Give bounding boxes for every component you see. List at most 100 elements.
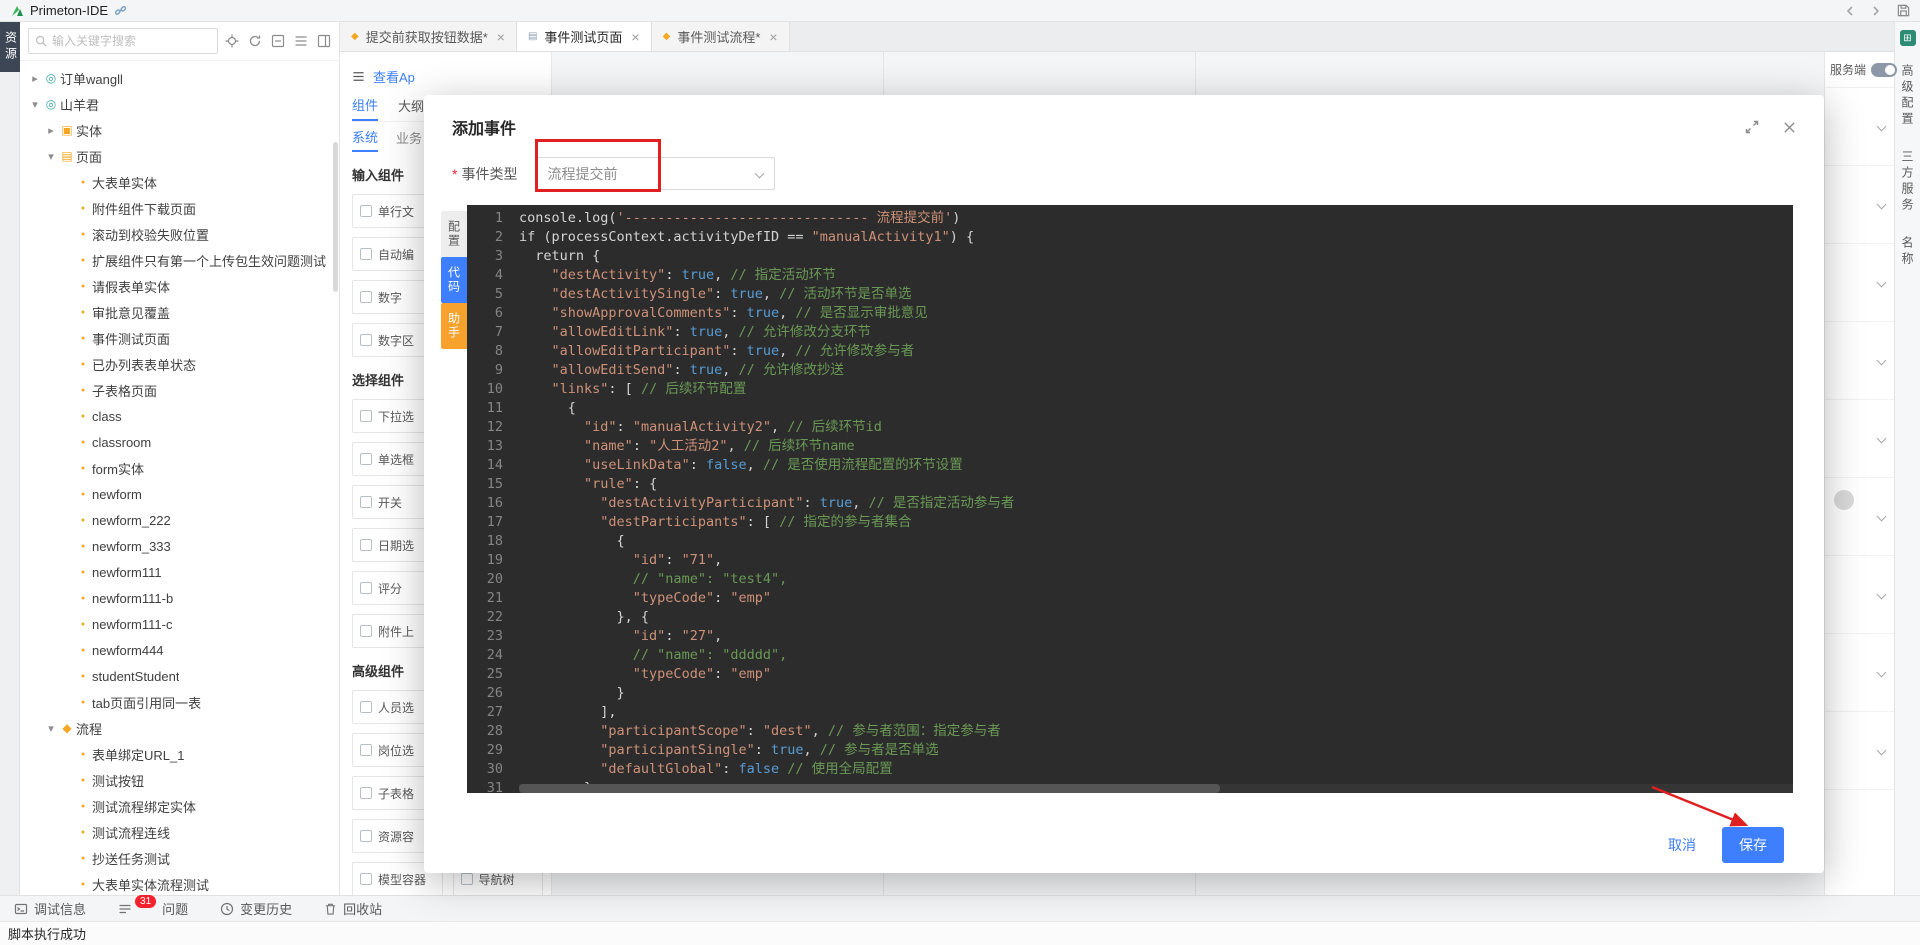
tree-item[interactable]: ●大表单实体	[20, 169, 339, 195]
tree-item[interactable]: ●抄送任务测试	[20, 845, 339, 871]
close-tab-icon[interactable]: ×	[497, 29, 505, 45]
cancel-button[interactable]: 取消	[1668, 835, 1696, 855]
back-icon[interactable]	[1845, 5, 1855, 17]
tree-item[interactable]: ●附件组件下载页面	[20, 195, 339, 221]
link-icon[interactable]	[114, 4, 127, 17]
save-icon[interactable]	[1897, 4, 1910, 17]
tree-item[interactable]: ●newform	[20, 481, 339, 507]
tree-item[interactable]: ●已办列表表单状态	[20, 351, 339, 377]
event-type-select[interactable]: 流程提交前	[535, 157, 775, 190]
code-editor[interactable]: 1234567891011121314151617181920212223242…	[467, 205, 1793, 793]
debug-icon	[14, 902, 28, 916]
tree-item[interactable]: ●newform111-c	[20, 611, 339, 637]
chevron-down-icon	[1877, 200, 1887, 210]
tree-item[interactable]: ▾▤页面	[20, 143, 339, 169]
chevron-down-icon	[1877, 356, 1887, 366]
locate-icon[interactable]	[225, 34, 239, 48]
close-tab-icon[interactable]: ×	[631, 29, 639, 45]
tree-item[interactable]: ●扩展组件只有第一个上传包生效问题测试	[20, 247, 339, 273]
editor-config-tab[interactable]: 配置	[441, 211, 467, 257]
tree-item[interactable]: ●表单绑定URL_1	[20, 741, 339, 767]
collapsed-panel-row[interactable]	[1825, 166, 1894, 244]
tree-item[interactable]: ●审批意见覆盖	[20, 299, 339, 325]
code-line: "rule": {	[519, 475, 1793, 494]
tree-item[interactable]: ●测试流程连线	[20, 819, 339, 845]
event-type-label: 事件类型	[461, 164, 517, 184]
collapsed-panel-row[interactable]	[1825, 478, 1894, 556]
tree-item[interactable]: ●newform444	[20, 637, 339, 663]
collapsed-panel-row[interactable]	[1825, 634, 1894, 712]
save-button[interactable]: 保存	[1722, 827, 1784, 863]
tree-item[interactable]: ●大表单实体流程测试	[20, 871, 339, 895]
tree-item[interactable]: ●事件测试页面	[20, 325, 339, 351]
editor-tab[interactable]: ◆提交前获取按钮数据*×	[340, 22, 517, 51]
tree-item[interactable]: ▸◎订单wangll	[20, 65, 339, 91]
collapsed-panel-row[interactable]	[1825, 244, 1894, 322]
right-strip-tab[interactable]: 高级配置	[1899, 64, 1916, 128]
tree-item-label: 大表单实体流程测试	[92, 875, 209, 894]
sidebar-scrollbar[interactable]	[333, 142, 338, 292]
tree-item-label: 测试按钮	[92, 771, 144, 790]
tree-item[interactable]: ●测试流程绑定实体	[20, 793, 339, 819]
left-activity-strip: 资源	[0, 22, 20, 895]
horizontal-scrollbar[interactable]	[519, 784, 1793, 793]
scrollbar-thumb[interactable]	[519, 784, 1220, 793]
tree-item[interactable]: ▸▣实体	[20, 117, 339, 143]
collapse-icon[interactable]: ▾	[28, 98, 42, 111]
tree-item[interactable]: ●请假表单实体	[20, 273, 339, 299]
export-panel-icon[interactable]	[317, 34, 331, 48]
problems-item[interactable]: 31 问题	[118, 899, 188, 918]
tree-item[interactable]: ●classroom	[20, 429, 339, 455]
collapse-all-icon[interactable]	[271, 34, 285, 48]
recycle-bin-item[interactable]: 回收站	[324, 899, 382, 918]
collapsed-panel-row[interactable]	[1825, 556, 1894, 634]
right-strip-tab[interactable]: 名称	[1899, 236, 1916, 268]
debug-info-item[interactable]: 调试信息	[14, 899, 86, 918]
refresh-icon[interactable]	[248, 34, 262, 48]
list-icon[interactable]	[294, 34, 308, 48]
view-app-button[interactable]: 查看Ap	[352, 62, 543, 90]
change-history-item[interactable]: 变更历史	[220, 899, 292, 918]
search-box[interactable]	[28, 28, 218, 54]
close-icon[interactable]	[1783, 121, 1796, 134]
close-tab-icon[interactable]: ×	[769, 29, 777, 45]
collapsed-panel-row[interactable]	[1825, 88, 1894, 166]
tree-item[interactable]: ●滚动到校验失败位置	[20, 221, 339, 247]
tree-item[interactable]: ▾◆流程	[20, 715, 339, 741]
tree-item[interactable]: ▾◎山羊君	[20, 91, 339, 117]
tree-item[interactable]: ●studentStudent	[20, 663, 339, 689]
tree-item[interactable]: ●newform111-b	[20, 585, 339, 611]
expand-icon[interactable]: ▸	[44, 124, 58, 137]
collapse-icon[interactable]: ▾	[44, 722, 58, 735]
palette-tab[interactable]: 组件	[352, 90, 378, 121]
tree-item[interactable]: ●form实体	[20, 455, 339, 481]
code-line: "id": "manualActivity2", // 后续环节id	[519, 418, 1793, 437]
search-input[interactable]	[52, 34, 211, 48]
expand-icon[interactable]: ▸	[28, 72, 42, 85]
right-strip-tab[interactable]: 三方服务	[1899, 150, 1916, 214]
editor-code-tab[interactable]: 代码	[441, 257, 467, 303]
tree-item[interactable]: ●newform_333	[20, 533, 339, 559]
forward-icon[interactable]	[1871, 5, 1881, 17]
tree-item[interactable]: ●class	[20, 403, 339, 429]
collapsed-panel-row[interactable]	[1825, 322, 1894, 400]
palette-tab[interactable]: 大纲	[398, 90, 424, 121]
collapse-icon[interactable]: ▾	[44, 150, 58, 163]
fullscreen-icon[interactable]	[1745, 120, 1759, 134]
resources-strip-tab[interactable]: 资源	[0, 22, 20, 72]
tree-item[interactable]: ●测试按钮	[20, 767, 339, 793]
tree-item[interactable]: ●newform111	[20, 559, 339, 585]
data-grid-icon[interactable]: ⊞	[1900, 30, 1916, 46]
collapsed-panel-row[interactable]	[1825, 712, 1894, 790]
editor-assistant-tab[interactable]: 助手	[441, 303, 467, 349]
server-side-label: 服务端	[1830, 61, 1866, 78]
editor-tab[interactable]: ◆事件测试流程*×	[652, 22, 790, 51]
tree-item[interactable]: ●newform_222	[20, 507, 339, 533]
tree-item[interactable]: ●tab页面引用同一表	[20, 689, 339, 715]
collapsed-panel-row[interactable]	[1825, 400, 1894, 478]
tree-item[interactable]: ●子表格页面	[20, 377, 339, 403]
editor-tab[interactable]: ▤事件测试页面×	[517, 22, 652, 51]
palette-subtab[interactable]: 系统	[352, 122, 378, 152]
server-side-toggle[interactable]	[1871, 63, 1897, 77]
palette-subtab[interactable]: 业务	[396, 122, 422, 152]
